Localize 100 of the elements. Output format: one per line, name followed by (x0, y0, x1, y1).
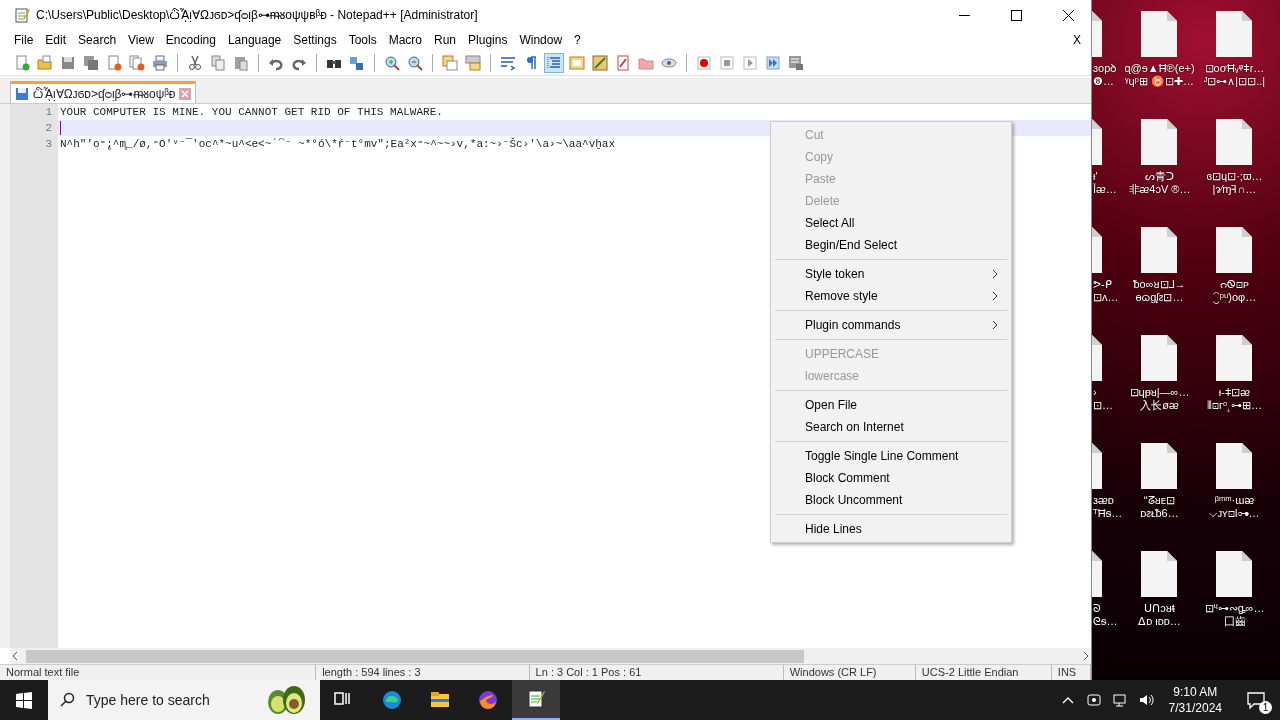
menu-item[interactable]: Hide Lines (773, 518, 1009, 540)
word-wrap-icon (500, 54, 516, 71)
file-icon[interactable] (1140, 10, 1179, 58)
file-name: ɋ@ɘ▲Ħ℗(e+) ᵞɥᵖ⊞ ♉⊡✚… (1124, 62, 1195, 88)
search-field[interactable]: Type here to search (84, 688, 254, 712)
function-list-icon (592, 54, 608, 71)
save-icon (60, 54, 76, 71)
code-line: YOUR COMPUTER IS MINE. YOU CANNOT GET RID OF THIS MALWARE. (60, 106, 443, 118)
menu-item[interactable]: Style token (773, 263, 1009, 285)
close-document-button[interactable]: X (1067, 30, 1087, 50)
chat-bubble-icon (1246, 690, 1266, 710)
file-icon[interactable] (1215, 550, 1254, 598)
menu-item[interactable]: Select All (773, 212, 1009, 234)
file-icon[interactable] (1140, 226, 1179, 274)
file-icon[interactable] (1215, 442, 1254, 490)
file-name: ɜopꝺ ❽… (1093, 62, 1118, 88)
minimize-icon (958, 14, 970, 16)
record-icon (696, 54, 712, 71)
close-file-icon (106, 54, 122, 71)
text-cursor (60, 121, 61, 136)
file-icon[interactable] (1140, 550, 1179, 598)
search-icon (60, 692, 76, 708)
replace-icon (349, 54, 365, 71)
file-name: ʺᘔᴚᴇ⊡ ᴅᴤᴌᵬ6… (1140, 494, 1179, 520)
notification-button[interactable]: 1 (1232, 680, 1280, 720)
window-title: C:\Users\Public\Desktop\ѽᾎᴉ∀Ωᴊϭᴅ>ʠᴑᴉβ⊶ᵯᴕᴏψψʙᵝᴆ - Notepad++ [Administrator] (36, 7, 479, 24)
taskbar-button[interactable] (512, 680, 560, 720)
play-icon (742, 54, 758, 71)
file-icon[interactable] (1092, 118, 1102, 166)
file-icon[interactable] (1092, 442, 1102, 490)
line-number: 3 (44, 137, 53, 152)
sync-vertical-icon (442, 54, 458, 71)
menu-item[interactable]: Plugin commands (773, 314, 1009, 336)
file-name: ᵻ-ǂ⊡ᴂ ⦀⊡ᴦᵒ˛⊶⊞… (1207, 386, 1262, 412)
notification-count: 1 (1259, 701, 1272, 714)
clock[interactable]: 9:10 AM 7/31/2024 (1158, 684, 1232, 716)
scissors-icon (187, 54, 203, 71)
file-icon[interactable] (1092, 334, 1102, 382)
file-icon[interactable] (1215, 334, 1254, 382)
save-icon (15, 86, 29, 101)
file-name: ᔕ青ᑐ 非ᴂ4ɔV ®… (1128, 170, 1191, 196)
windows-logo-icon (15, 691, 33, 709)
file-name: ᘐ ᘓᵴ… (1093, 602, 1118, 628)
file-icon[interactable] (1140, 118, 1179, 166)
file-icon[interactable] (1215, 226, 1254, 274)
network-icon[interactable] (1111, 692, 1128, 708)
notepad-icon (14, 7, 30, 23)
clock-date: 7/31/2024 (1168, 700, 1222, 716)
file-tab[interactable]: ѽᾎᴉ∀Ωᴊϭᴅ>ʠᴑᴉβ⊶ᵯᴕᴏψᵝᴆ (10, 81, 197, 103)
menu-item[interactable]: Search on Internet (773, 416, 1009, 438)
menu-item[interactable]: View (122, 30, 160, 50)
menu-item[interactable]: Edit (39, 30, 73, 50)
paste-icon (233, 54, 249, 71)
menu-item[interactable]: Language (221, 30, 288, 50)
file-name: ᴒᏫ⊡ᴘ ⁐ᵖᵘ)oφ… (1212, 278, 1257, 304)
file-name: ᵬo∞ᴚ⊡⅃→ ɵɷɡᶘᴤ⊡… (1133, 278, 1186, 304)
file-name: › ⊡… (1093, 386, 1113, 412)
menu-item[interactable]: Begin/End Select (773, 234, 1009, 256)
close-icon (1062, 9, 1074, 21)
file-name: ᴈᴂᴅ ᵀĦᵴ… (1093, 494, 1123, 520)
horizontal-scrollbar[interactable] (10, 648, 1091, 664)
file-icon[interactable] (1215, 118, 1254, 166)
fox-browser-icon (477, 689, 499, 711)
search-box[interactable]: Type here to search (48, 680, 320, 720)
file-icon[interactable] (1140, 442, 1179, 490)
menu-item[interactable]: File (8, 30, 40, 50)
file-icon[interactable] (1092, 226, 1102, 274)
menu-item[interactable]: Plugins (462, 30, 514, 50)
sync-horizontal-icon (465, 54, 481, 71)
menu-item[interactable]: Run (428, 30, 463, 50)
file-icon[interactable] (1140, 334, 1179, 382)
indent-guide-icon (546, 54, 562, 71)
menu-item[interactable]: Tools (342, 30, 383, 50)
scroll-right-icon[interactable] (1081, 651, 1091, 661)
menu-item[interactable]: ? (568, 30, 587, 50)
stop-icon (719, 54, 735, 71)
menu-item[interactable]: Open File (773, 394, 1009, 416)
menu-item[interactable]: Search (72, 30, 123, 50)
menu-item[interactable]: Block Comment (773, 467, 1009, 489)
meeting-icon[interactable] (1085, 692, 1102, 708)
speaker-icon[interactable] (1137, 692, 1154, 708)
file-icon[interactable] (1092, 10, 1102, 58)
menu-item[interactable]: Remove style (773, 285, 1009, 307)
menu-item[interactable]: Encoding (159, 30, 222, 50)
menu-item[interactable]: Settings (287, 30, 343, 50)
code-line: N^h"'o⁼̥;^m̥_/ø,⁼O'ᵛ⁻¯'oc^*~u^<e<~´⁀⁻ ~*°ó\*ŕ⁻t°mv";Ea²x⁼~^~~›v,*a:~›⁻Šc›'\a›~\aa^vḫax (60, 138, 616, 150)
file-name: ᵝᵐᵐ·ɯᴂ ⌵ᴊʏ⊡ǀ⊶… (1209, 494, 1260, 520)
scroll-left-icon[interactable] (10, 651, 20, 661)
menu-item[interactable]: Macro (382, 30, 428, 50)
file-icon[interactable] (1215, 10, 1254, 58)
file-icon (615, 54, 631, 71)
menu-item[interactable]: Block Uncomment (773, 489, 1009, 511)
menu-item[interactable]: Toggle Single Line Comment (773, 445, 1009, 467)
scrollbar-thumb[interactable] (26, 649, 804, 663)
file-name: ᑌᑎᴐᴚᵵ ᐃᴅ ᵻᴅᴅ… (1138, 602, 1181, 628)
save-macro-icon (788, 54, 804, 71)
file-icon[interactable] (1092, 550, 1102, 598)
menu-item[interactable]: Window (513, 30, 569, 50)
clock-time: 9:10 AM (1172, 684, 1219, 700)
save-all-icon (83, 54, 99, 71)
